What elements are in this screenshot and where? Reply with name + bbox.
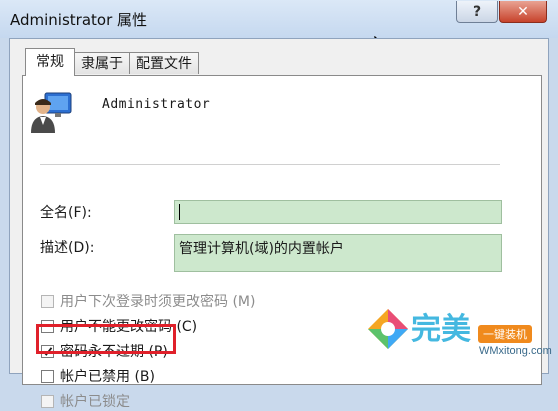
option-account-locked[interactable]: 帐户已锁定 xyxy=(41,391,130,411)
highlight-box xyxy=(36,324,176,354)
fullname-label: 全名(F): xyxy=(40,205,92,221)
checkbox[interactable] xyxy=(41,369,54,383)
tab-bar: 常规 隶属于 配置文件 xyxy=(25,48,199,76)
option-must-change-password[interactable]: 用户下次登录时须更改密码 (M) xyxy=(41,291,255,311)
close-icon: ✕ xyxy=(517,3,529,20)
checkbox[interactable] xyxy=(41,294,54,308)
divider xyxy=(40,164,500,165)
text-caret xyxy=(179,204,180,220)
help-icon: ? xyxy=(472,3,482,20)
help-button[interactable]: ? xyxy=(456,1,498,23)
description-label: 描述(D): xyxy=(40,240,95,256)
tab-member-of[interactable]: 隶属于 xyxy=(74,52,130,74)
tab-general[interactable]: 常规 xyxy=(25,48,75,76)
watermark-url: WMxitong.com xyxy=(479,345,552,357)
logo-icon xyxy=(368,309,408,349)
watermark-brand: 完美 xyxy=(411,312,471,347)
close-button[interactable]: ✕ xyxy=(499,1,547,23)
window-title: Administrator 属性 xyxy=(10,11,148,29)
title-bar: Administrator 属性 ? ✕ xyxy=(0,0,558,38)
watermark-badge: 一键装机 xyxy=(478,325,532,343)
checkbox[interactable] xyxy=(41,394,54,408)
username: Administrator xyxy=(102,97,211,112)
watermark-logo: 完美 一键装机 WMxitong.com xyxy=(359,302,552,362)
option-account-disabled[interactable]: 帐户已禁用 (B) xyxy=(41,366,155,386)
user-icon xyxy=(31,92,72,133)
fullname-field[interactable] xyxy=(174,200,502,224)
tab-profile[interactable]: 配置文件 xyxy=(129,52,199,74)
description-field[interactable]: 管理计算机(域)的内置帐户 xyxy=(174,234,502,272)
